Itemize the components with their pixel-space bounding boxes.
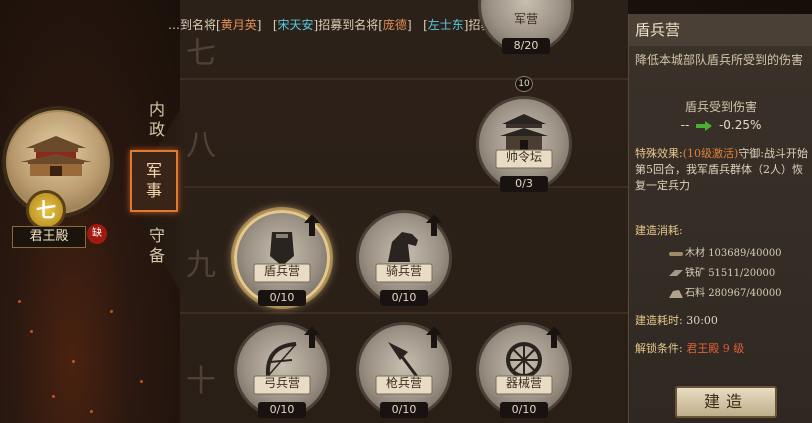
build-time-label: 建造耗时: (635, 314, 683, 327)
ember (52, 395, 55, 398)
build-time: 建造耗时: 30:00 (635, 312, 718, 328)
building-node-shield-camp[interactable]: 盾兵营 0/10 (234, 210, 330, 320)
building-node-barracks[interactable]: 军营 8/20 (478, 0, 574, 68)
tab-label: 内政 (148, 100, 165, 139)
connector-level-badge: 10 (515, 76, 533, 92)
cost-iron: 铁矿 51511/20000 (669, 264, 775, 279)
upgrade-arrow-icon (426, 214, 442, 236)
cost-stone: 石料 280967/40000 (669, 284, 782, 299)
building-label: 帅令坛 (505, 150, 542, 164)
cost-label: 铁矿 (685, 268, 705, 279)
row-numeral: 十 (186, 364, 216, 399)
panel-description: 降低本城部队盾兵所受到的伤害 (635, 53, 804, 67)
palace-name: 君王殿 (12, 226, 86, 248)
building-label: 盾兵营 (263, 264, 300, 278)
player-name: 宋天安 (277, 18, 314, 32)
banner-text: ]招募到名将[ (313, 18, 383, 32)
building-level-count: 0/10 (380, 290, 428, 306)
cost-wood: 木材 103689/40000 (669, 244, 782, 259)
player-name: 左士东 (427, 18, 464, 32)
build-time-value: 30:00 (686, 314, 718, 327)
unlock-condition: 解锁条件: 君王殿 9 级 (635, 340, 744, 356)
building-node-spear-camp[interactable]: 枪兵营 0/10 (356, 322, 452, 423)
cost-header: 建造消耗: (635, 224, 683, 237)
palace-building-icon (20, 136, 92, 176)
row-numeral: 八 (186, 128, 216, 163)
tab-military[interactable]: 军事 (130, 150, 178, 212)
tab-internal-affairs[interactable]: 内政 (134, 90, 180, 150)
ember (18, 300, 21, 303)
lack-badge: 缺 (87, 224, 107, 244)
building-level-count: 0/10 (258, 290, 306, 306)
build-button[interactable]: 建造 (675, 386, 777, 418)
building-info-panel: 盾兵营 降低本城部队盾兵所受到的伤害 盾兵受到伤害 -- -0.25% 特殊效果… (628, 14, 812, 423)
damage-to: -0.25% (718, 118, 762, 132)
unlock-value: 君王殿 9 级 (686, 342, 745, 355)
cost-value: 103689/40000 (708, 248, 782, 259)
cost-label: 石料 (685, 288, 705, 299)
upgrade-arrow-icon (426, 326, 442, 348)
game-screen: 七 八 九 十 …到名将[黄月英] [宋天安]招募到名将[庞德] [左士东]招募… (0, 0, 812, 423)
building-label: 器械营 (505, 376, 542, 390)
upgrade-arrow-icon (304, 326, 320, 348)
stone-icon (669, 289, 683, 298)
row-divider (180, 78, 628, 80)
cost-value: 280967/40000 (708, 288, 782, 299)
damage-title: 盾兵受到伤害 (684, 100, 757, 114)
building-node-command-altar[interactable]: 帅令坛 0/3 (476, 96, 572, 206)
building-level-count: 0/10 (380, 402, 428, 418)
upgrade-arrow-icon (304, 214, 320, 236)
ember (140, 380, 143, 383)
palace-level-badge: 七 (26, 190, 66, 230)
tab-label: 军事 (145, 161, 162, 200)
special-effect-label: 特殊效果: (635, 147, 683, 160)
building-node-cavalry-camp[interactable]: 骑兵营 0/10 (356, 210, 452, 320)
ember (110, 310, 113, 313)
banner-text: …到名将[ (168, 18, 221, 32)
palace-badge[interactable]: 七 君王殿 缺 (0, 98, 130, 256)
building-level-count: 0/10 (258, 402, 306, 418)
ember (90, 410, 93, 413)
general-name: 庞德 (382, 18, 407, 32)
damage-change: -- -0.25% (629, 118, 812, 132)
building-level-count: 0/3 (500, 176, 548, 192)
banner-text: ] (256, 18, 262, 32)
tab-label: 守备 (148, 226, 165, 265)
tab-defense[interactable]: 守备 (134, 216, 180, 276)
building-label: 弓兵营 (263, 376, 300, 390)
arrow-right-icon (696, 120, 713, 131)
building-node-siege-camp[interactable]: 器械营 0/10 (476, 322, 572, 423)
unlock-label: 解锁条件: (635, 342, 683, 355)
building-label: 军营 (513, 12, 538, 26)
special-effect: 特殊效果:(10级激活)守御:战斗开始第5回合，我军盾兵群体（2人）恢复一定兵力 (635, 146, 811, 194)
building-level-count: 8/20 (502, 38, 550, 54)
ember (72, 360, 75, 363)
iron-icon (669, 269, 683, 276)
building-node-archer-camp[interactable]: 弓兵营 0/10 (234, 322, 330, 423)
building-level-count: 0/10 (500, 402, 548, 418)
special-effect-activation: (10级激活) (682, 147, 739, 160)
cost-value: 51511/20000 (708, 268, 776, 279)
cost-label: 木材 (685, 248, 705, 259)
building-label: 骑兵营 (385, 264, 422, 278)
panel-title: 盾兵营 (629, 14, 812, 46)
row-numeral: 九 (186, 248, 216, 283)
wood-icon (669, 251, 683, 256)
general-name: 黄月英 (220, 18, 257, 32)
damage-from: -- (680, 118, 690, 132)
ember (30, 330, 33, 333)
upgrade-arrow-icon (546, 326, 562, 348)
banner-text: ] (406, 18, 412, 32)
building-label: 枪兵营 (385, 376, 422, 390)
